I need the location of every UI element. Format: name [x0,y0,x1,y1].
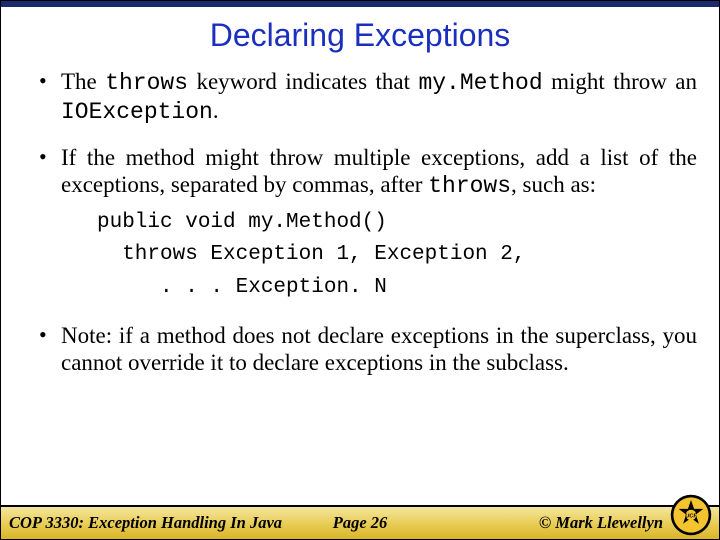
bullet-2: If the method might throw multiple excep… [39,144,697,304]
code-line: throws Exception 1, Exception 2, [97,243,525,266]
bullet-3: Note: if a method does not declare excep… [39,322,697,376]
ucf-logo-icon: UCF [669,493,713,537]
text: might throw an [543,69,697,94]
text: If the method might throw multiple excep… [61,145,697,197]
text: keyword indicates that [188,69,418,94]
text: . [213,98,219,123]
slide-footer: COP 3330: Exception Handling In Java Pag… [1,505,719,539]
bullet-list: The throws keyword indicates that my.Met… [39,68,697,376]
slide: Declaring Exceptions The throws keyword … [0,0,720,540]
code-inline: throws [105,70,188,96]
text: The [61,69,105,94]
bullet-1: The throws keyword indicates that my.Met… [39,68,697,126]
slide-title: Declaring Exceptions [1,7,719,68]
code-inline: throws [428,173,511,199]
text: , such as: [511,172,596,197]
svg-text:UCF: UCF [685,514,697,520]
footer-page: Page 26 [333,513,388,532]
text: Note: if a method does not declare excep… [61,323,697,375]
code-line: public void my.Method() [97,211,387,234]
slide-body: The throws keyword indicates that my.Met… [1,68,719,505]
code-inline: my.Method [418,70,542,96]
code-line: . . . Exception. N [97,276,387,299]
code-inline: IOException [61,99,213,125]
code-block: public void my.Method() throws Exception… [97,207,697,305]
